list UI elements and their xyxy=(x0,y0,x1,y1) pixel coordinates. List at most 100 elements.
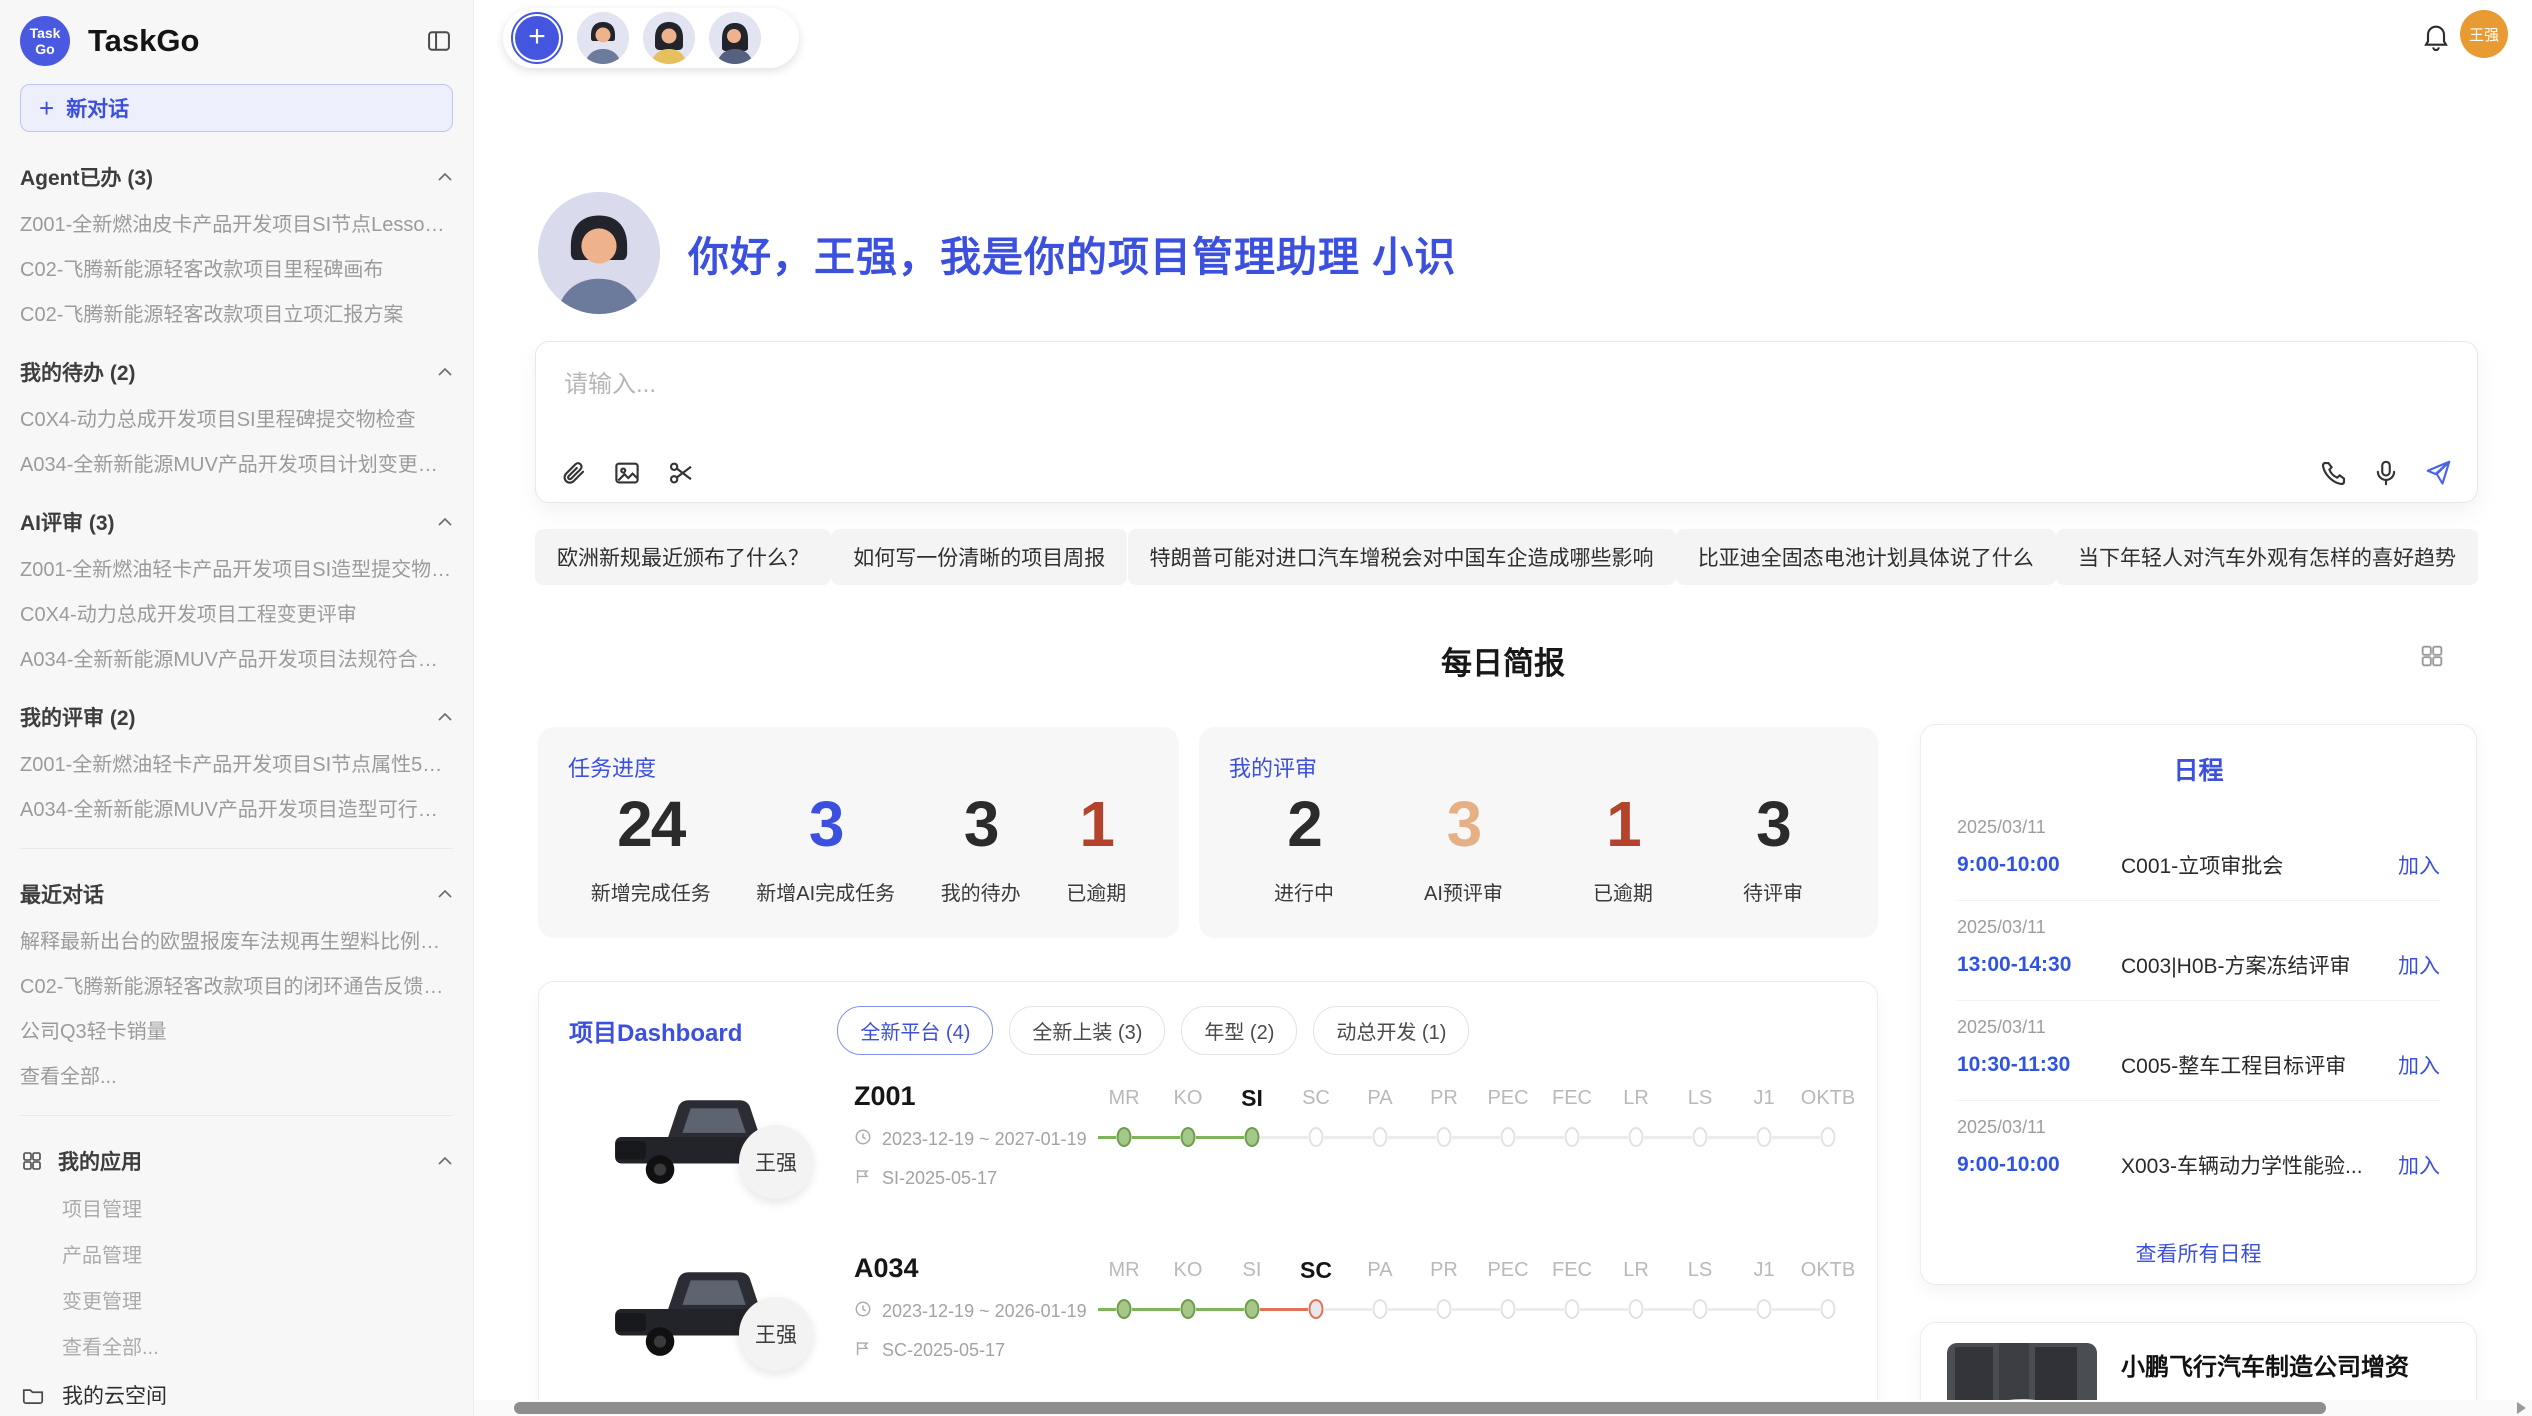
section-label: AI评审 (3) xyxy=(20,507,115,537)
stat-my-todo: 3 我的待办 xyxy=(941,787,1021,906)
join-link[interactable]: 加入 xyxy=(2398,850,2440,880)
tab-new-platform[interactable]: 全新平台 (4) xyxy=(837,1006,993,1055)
image-upload-icon[interactable] xyxy=(612,458,642,488)
stat-overdue: 1 已逾期 xyxy=(1066,787,1126,906)
agent-avatar-1[interactable] xyxy=(577,12,629,64)
milestone-label: PR xyxy=(1412,1079,1476,1117)
milestone-label: J1 xyxy=(1732,1251,1796,1289)
section-my-review[interactable]: 我的评审 (2) xyxy=(20,702,453,732)
milestone-connector xyxy=(1388,1308,1436,1311)
sidebar-item[interactable]: A034-全新新能源MUV产品开发项目计划变更表编写 xyxy=(20,448,453,477)
project-code[interactable]: Z001 xyxy=(854,1081,1087,1112)
project-row[interactable]: 王强 A034 2023-12-19 ~ 2026-01-19 SC-2025-… xyxy=(569,1249,1847,1399)
app-item-view-all[interactable]: 查看全部... xyxy=(62,1331,453,1360)
milestone-connector xyxy=(1388,1136,1436,1139)
sidebar-item[interactable]: Z001-全新燃油轻卡产品开发项目SI节点属性5D文件评审 xyxy=(20,748,453,777)
app-window: Task Go TaskGo + 新对话 Agent已办 (3) Z001-全新… xyxy=(0,0,2532,1416)
sidebar-item[interactable]: C0X4-动力总成开发项目SI里程碑提交物检查 xyxy=(20,403,453,432)
sidebar-item[interactable]: Z001-全新燃油皮卡产品开发项目SI节点Lesson Learn报告 xyxy=(20,208,453,237)
view-all-schedule-link[interactable]: 查看所有日程 xyxy=(1921,1238,2476,1268)
composer-right-icons xyxy=(2319,458,2453,488)
tab-powertrain[interactable]: 动总开发 (1) xyxy=(1313,1006,1469,1055)
milestone-connector xyxy=(1132,1308,1180,1311)
milestone-dot xyxy=(1309,1299,1324,1319)
schedule-item[interactable]: 2025/03/11 13:00-14:30 C003|H0B-方案冻结评审 加… xyxy=(1957,901,2440,1001)
scroll-right-arrow[interactable] xyxy=(2517,1402,2526,1414)
schedule-time: 9:00-10:00 xyxy=(1957,853,2121,877)
section-recent-chats[interactable]: 最近对话 xyxy=(20,879,453,909)
schedule-name: X003-车辆动力学性能验... xyxy=(2121,1150,2398,1180)
app-item-product-mgmt[interactable]: 产品管理 xyxy=(62,1239,453,1268)
add-agent-button[interactable]: + xyxy=(511,12,563,64)
recent-chat-item[interactable]: C02-飞腾新能源轻客改款项目的闭环通告反馈情况 xyxy=(20,970,453,999)
recent-chat-item[interactable]: 解释最新出台的欧盟报废车法规再生塑料比例被调至15%... xyxy=(20,925,453,954)
chat-input[interactable] xyxy=(562,370,1966,400)
stat-new-ai-done: 3 新增AI完成任务 xyxy=(756,787,895,906)
milestone-label: KO xyxy=(1156,1079,1220,1117)
section-agent-done[interactable]: Agent已办 (3) xyxy=(20,162,453,192)
suggestion-chip[interactable]: 当下年轻人对汽车外观有怎样的喜好趋势 xyxy=(2056,529,2478,585)
sidebar-item[interactable]: C02-飞腾新能源轻客改款项目里程碑画布 xyxy=(20,253,453,282)
suggestion-chip[interactable]: 如何写一份清晰的项目周报 xyxy=(831,529,1127,585)
sidebar-item[interactable]: A034-全新新能源MUV产品开发项目法规符合性评审 xyxy=(20,643,453,672)
sidebar-item[interactable]: A034-全新新能源MUV产品开发项目造型可行性评审 xyxy=(20,793,453,822)
chevron-up-icon[interactable] xyxy=(437,172,453,182)
milestone-connector xyxy=(1324,1136,1372,1139)
layout-grid-icon[interactable] xyxy=(2418,642,2446,670)
recent-chat-item[interactable]: 公司Q3轻卡销量 xyxy=(20,1015,453,1044)
greeting-text: 你好，王强，我是你的项目管理助理 小识 xyxy=(688,223,1456,283)
stat-value: 1 xyxy=(1593,787,1653,861)
suggestion-chip[interactable]: 欧洲新规最近颁布了什么？ xyxy=(535,529,831,585)
agent-avatar-3[interactable] xyxy=(709,12,761,64)
project-code[interactable]: A034 xyxy=(854,1253,1087,1284)
apps-grid-icon xyxy=(20,1149,44,1173)
horizontal-scrollbar-thumb[interactable] xyxy=(514,1402,2326,1414)
chevron-up-icon[interactable] xyxy=(437,517,453,527)
sidebar-item[interactable]: Z001-全新燃油轻卡产品开发项目SI造型提交物评审 xyxy=(20,553,453,582)
chevron-up-icon[interactable] xyxy=(437,1156,453,1166)
project-row[interactable]: 王强 Z001 2023-12-19 ~ 2027-01-19 SI-2025-… xyxy=(569,1077,1847,1227)
notification-bell-icon[interactable] xyxy=(2420,20,2452,52)
attachment-icon[interactable] xyxy=(558,458,588,488)
agent-avatar-2[interactable] xyxy=(643,12,695,64)
stat-in-progress: 2 进行中 xyxy=(1274,787,1334,906)
new-chat-button[interactable]: + 新对话 xyxy=(20,84,453,132)
join-link[interactable]: 加入 xyxy=(2398,1050,2440,1080)
chevron-up-icon[interactable] xyxy=(437,367,453,377)
app-item-project-mgmt[interactable]: 项目管理 xyxy=(62,1193,453,1222)
user-avatar[interactable]: 王强 xyxy=(2460,10,2508,58)
schedule-item[interactable]: 2025/03/11 9:00-10:00 X003-车辆动力学性能验... 加… xyxy=(1957,1101,2440,1200)
chevron-up-icon[interactable] xyxy=(437,889,453,899)
stat-value: 1 xyxy=(1066,787,1126,861)
section-my-todo[interactable]: 我的待办 (2) xyxy=(20,357,453,387)
app-item-change-mgmt[interactable]: 变更管理 xyxy=(62,1285,453,1314)
plus-icon: + xyxy=(39,93,54,124)
microphone-icon[interactable] xyxy=(2371,458,2401,488)
milestone-dot xyxy=(1501,1299,1516,1319)
chevron-up-icon[interactable] xyxy=(437,712,453,722)
tab-year-model[interactable]: 年型 (2) xyxy=(1181,1006,1297,1055)
section-ai-review[interactable]: AI评审 (3) xyxy=(20,507,453,537)
milestone-label: OKTB xyxy=(1796,1251,1860,1289)
flag-icon xyxy=(854,1167,872,1190)
schedule-item[interactable]: 2025/03/11 9:00-10:00 C001-立项审批会 加入 xyxy=(1957,801,2440,901)
send-icon[interactable] xyxy=(2423,458,2453,488)
sidebar-item[interactable]: C02-飞腾新能源轻客改款项目立项汇报方案 xyxy=(20,298,453,327)
stat-value: 3 xyxy=(756,787,895,861)
schedule-name: C003|H0B-方案冻结评审 xyxy=(2121,950,2398,980)
sidebar-item[interactable]: C0X4-动力总成开发项目工程变更评审 xyxy=(20,598,453,627)
suggestion-chip[interactable]: 比亚迪全固态电池计划具体说了什么 xyxy=(1676,529,2056,585)
milestone-dot xyxy=(1629,1299,1644,1319)
join-link[interactable]: 加入 xyxy=(2398,1150,2440,1180)
phone-call-icon[interactable] xyxy=(2319,458,2349,488)
stat-label: 已逾期 xyxy=(1593,877,1653,906)
sidebar-item-cloud-space[interactable]: 我的云空间 xyxy=(20,1380,453,1410)
sidebar-collapse-icon[interactable] xyxy=(425,27,453,55)
suggestion-chip[interactable]: 特朗普可能对进口汽车增税会对中国车企造成哪些影响 xyxy=(1128,529,1676,585)
section-my-apps[interactable]: 我的应用 xyxy=(20,1146,453,1176)
tab-new-body[interactable]: 全新上装 (3) xyxy=(1009,1006,1165,1055)
recent-chat-view-all[interactable]: 查看全部... xyxy=(20,1060,453,1089)
scissors-icon[interactable] xyxy=(666,458,696,488)
join-link[interactable]: 加入 xyxy=(2398,950,2440,980)
schedule-item[interactable]: 2025/03/11 10:30-11:30 C005-整车工程目标评审 加入 xyxy=(1957,1001,2440,1101)
